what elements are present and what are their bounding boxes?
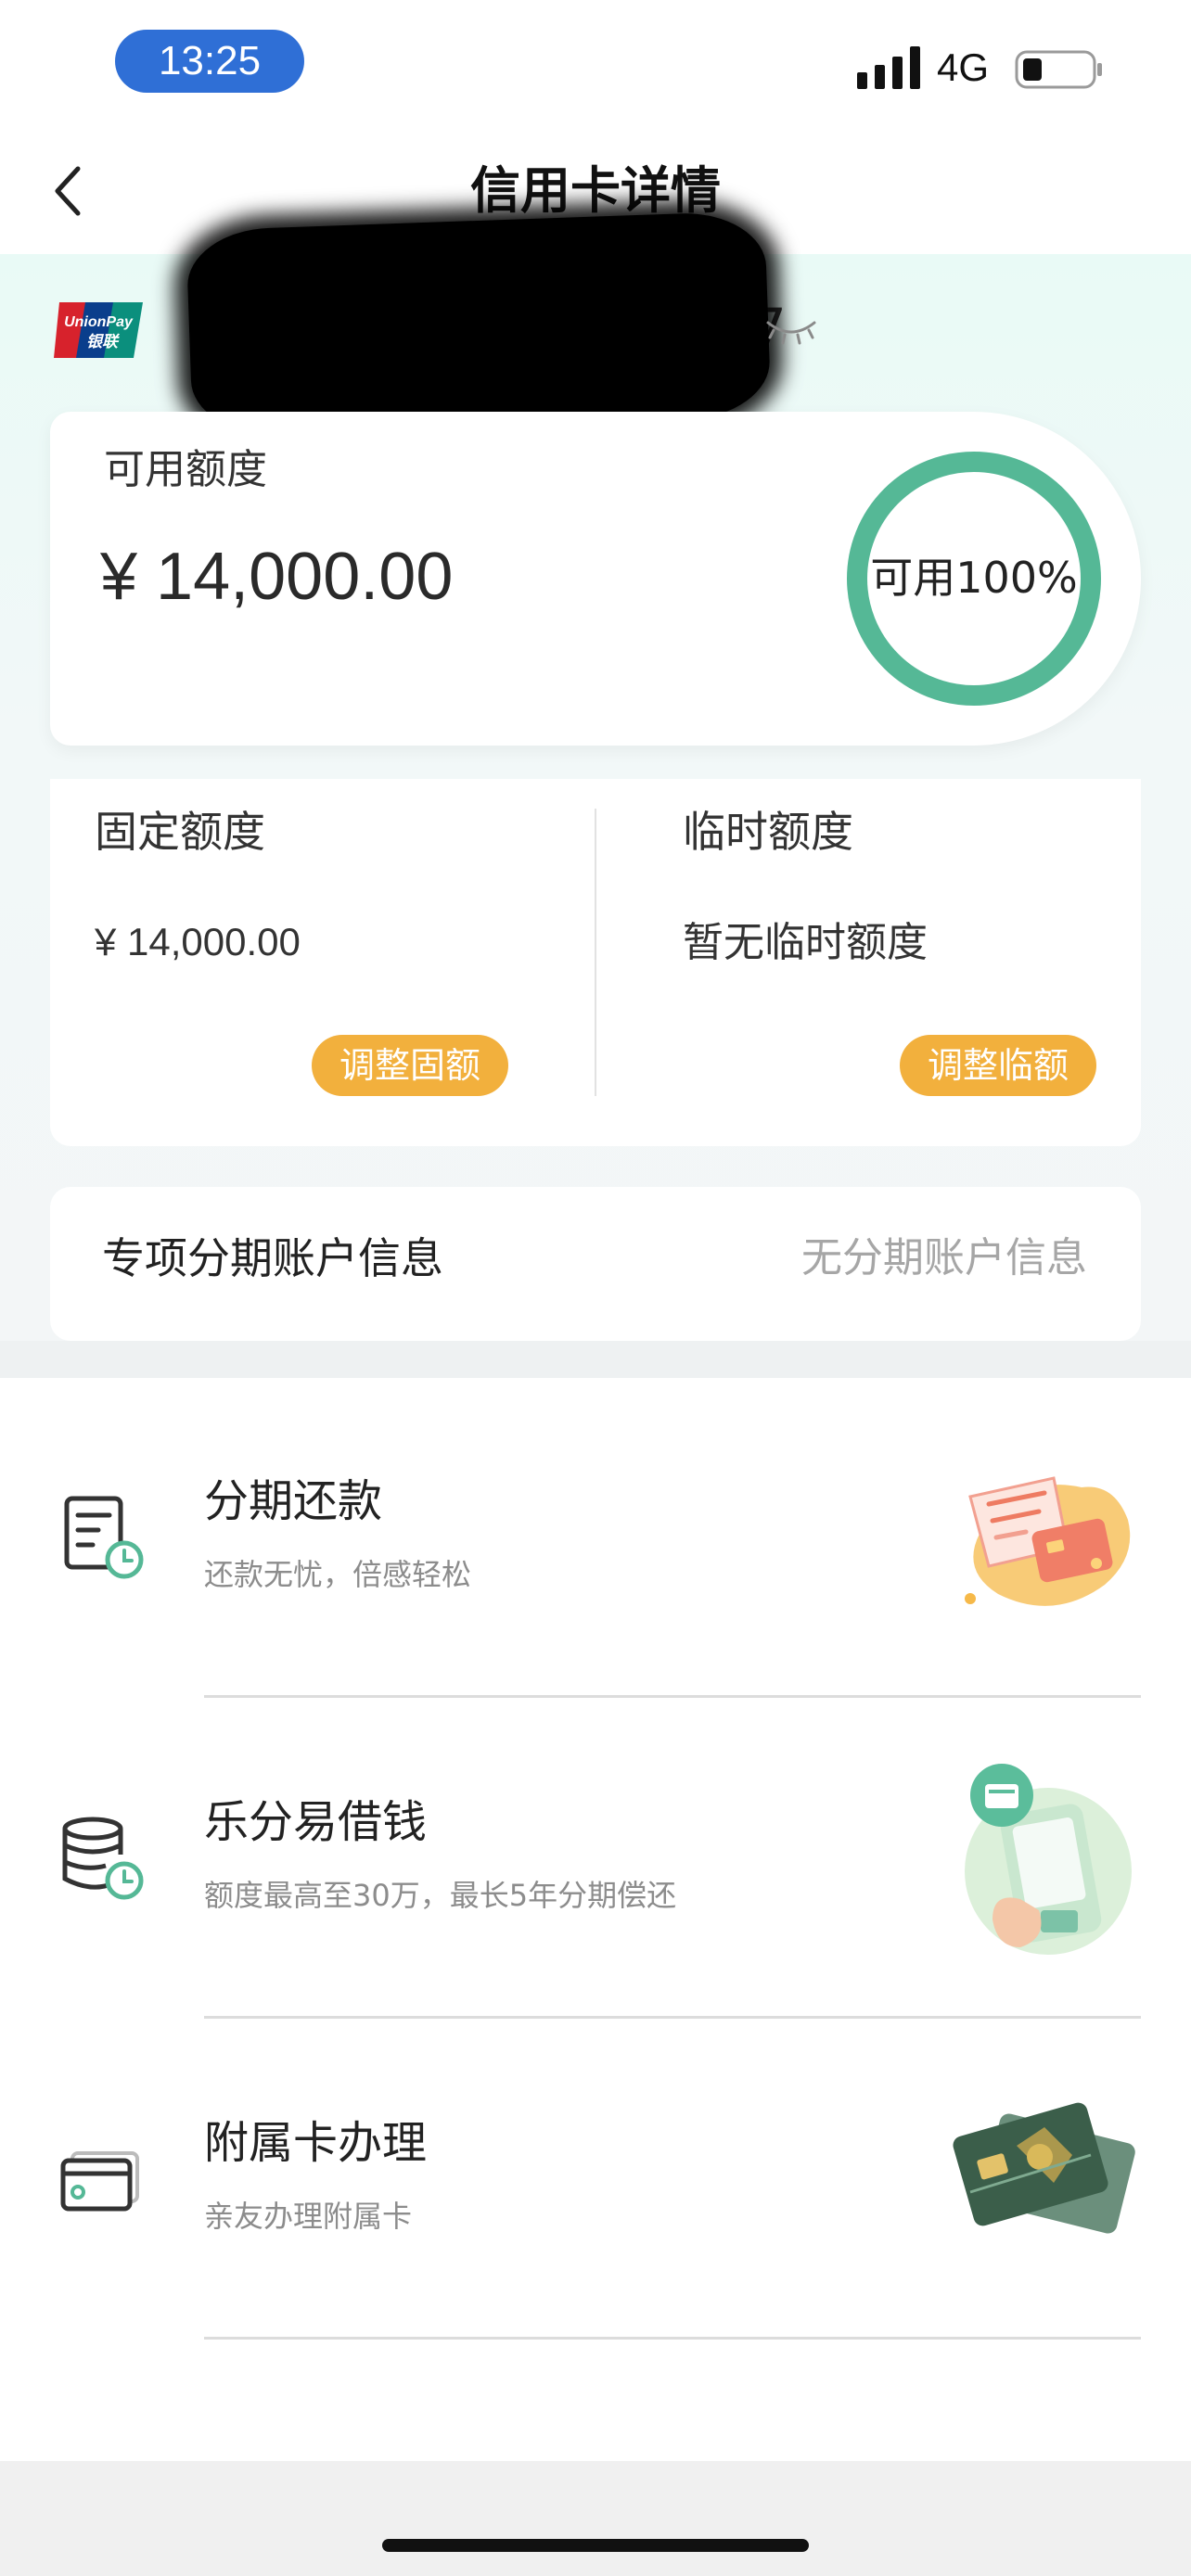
available-credit-label: 可用额度 <box>104 446 267 493</box>
service-subtitle: 额度最高至30万，最长5年分期偿还 <box>204 1878 677 1913</box>
card-icon <box>60 2151 139 2212</box>
limits-divider <box>595 809 596 1096</box>
fixed-limit-value: ¥ 14,000.00 <box>95 920 301 963</box>
available-percent-text: 可用100% <box>870 553 1078 603</box>
coins-clock-icon <box>62 1817 144 1900</box>
fixed-limit-title: 固定额度 <box>95 807 265 857</box>
service-divider <box>204 2337 1141 2340</box>
signal-icon <box>857 46 920 89</box>
svg-text:银联: 银联 <box>86 333 121 351</box>
battery-icon <box>1015 50 1102 89</box>
service-divider <box>204 1695 1141 1698</box>
available-credit-amount: ¥ 14,000.00 <box>100 540 454 614</box>
section-separator <box>0 1341 1191 1378</box>
adjust-temporary-limit-button[interactable]: 调整临额 <box>900 1035 1096 1096</box>
home-indicator[interactable] <box>382 2539 809 2552</box>
card-bill-illustration <box>965 1476 1131 1606</box>
service-title: 分期还款 <box>204 1475 383 1527</box>
adjust-fixed-limit-button[interactable]: 调整固额 <box>312 1035 508 1096</box>
service-divider <box>204 2016 1141 2019</box>
credit-card-illustration <box>953 2102 1135 2234</box>
service-title: 附属卡办理 <box>204 2117 428 2169</box>
service-subtitle: 亲友办理附属卡 <box>204 2199 413 2234</box>
bottom-area <box>0 2461 1191 2576</box>
installment-account-label: 专项分期账户信息 <box>102 1233 443 1283</box>
redaction-mark <box>186 210 772 437</box>
phone-loan-illustration <box>965 1764 1132 1955</box>
unionpay-logo: UnionPay 银联 <box>54 302 143 358</box>
svg-text:UnionPay: UnionPay <box>64 314 134 330</box>
status-time: 13:25 <box>115 30 304 93</box>
eye-closed-icon[interactable] <box>764 317 818 347</box>
installment-account-value: 无分期账户信息 <box>801 1234 1087 1282</box>
service-title: 乐分易借钱 <box>204 1796 428 1848</box>
bill-clock-icon <box>64 1496 144 1579</box>
network-type: 4G <box>937 45 990 89</box>
temporary-limit-title: 临时额度 <box>683 807 853 857</box>
service-subtitle: 还款无忧，倍感轻松 <box>204 1557 472 1592</box>
temporary-limit-value: 暂无临时额度 <box>683 919 928 966</box>
